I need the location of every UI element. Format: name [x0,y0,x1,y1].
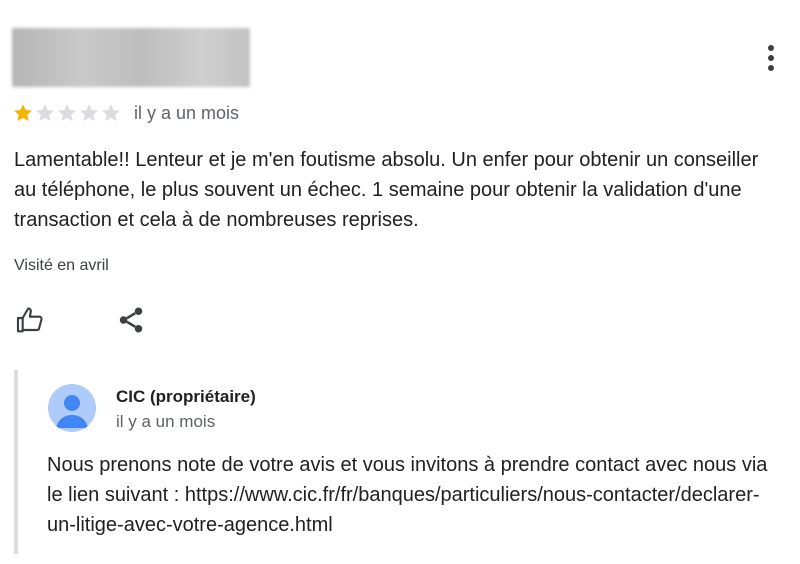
star-empty-icon [36,104,54,121]
more-vert-icon-dot [768,65,774,71]
like-button[interactable] [12,302,48,338]
star-rating [12,102,122,124]
owner-reply: CIC (propriétaire) il y a un mois Nous p… [14,370,788,554]
star-empty-icon [58,104,76,121]
owner-avatar [48,384,96,432]
owner-name: CIC (propriétaire) [116,387,256,406]
more-options-button[interactable] [755,40,787,76]
owner-reply-text: Nous prenons note de votre avis et vous … [47,454,768,536]
owner-reply-time: il y a un mois [116,412,216,431]
more-vert-icon-dot [768,55,774,61]
review-text: Lamentable!! Lenteur et je m'en foutisme… [14,149,759,231]
reviewer-name-redacted [12,28,250,87]
review-rating-row: il y a un mois [12,100,239,126]
star-empty-icon [102,104,120,121]
thumbs-up-icon [16,307,43,333]
visited-date: Visité en avril [14,257,109,274]
review-time: il y a un mois [134,102,240,123]
more-vert-icon [768,45,774,51]
person-icon [56,395,88,428]
share-icon [119,307,143,333]
share-button[interactable] [113,302,149,338]
star-filled-icon [14,104,32,121]
star-empty-icon [80,104,98,121]
